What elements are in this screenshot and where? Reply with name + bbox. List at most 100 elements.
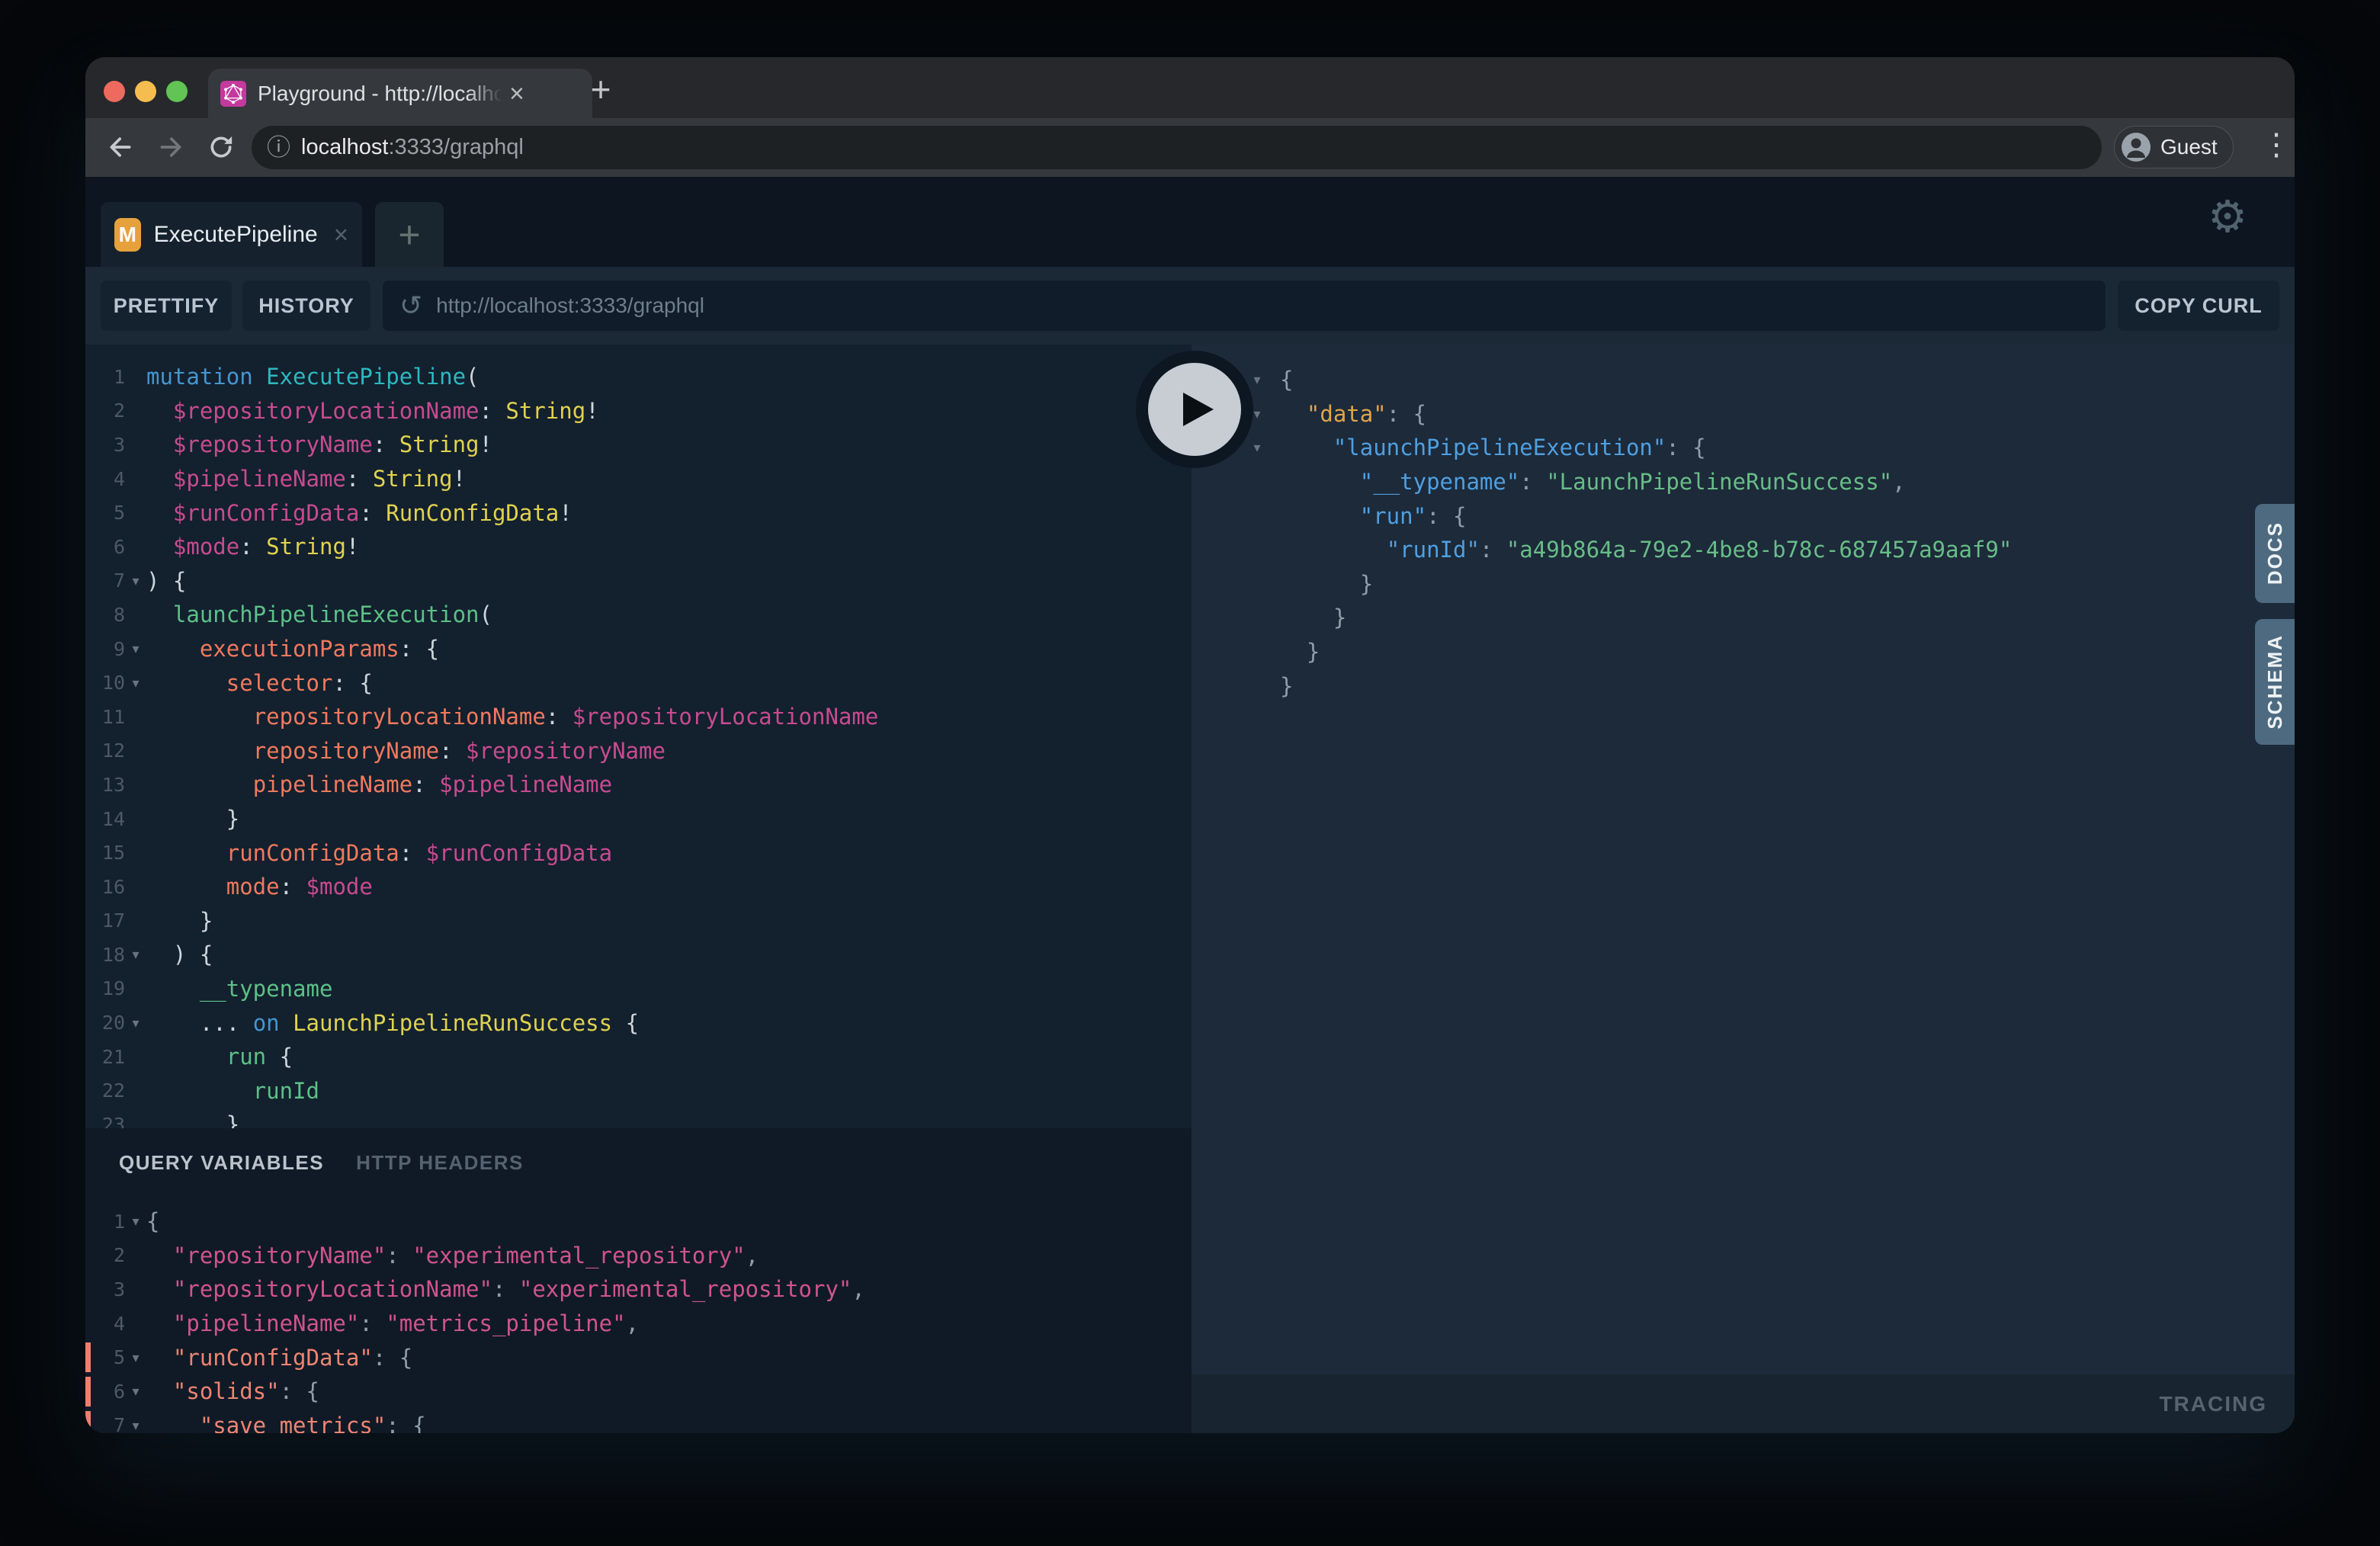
line-number: 1 <box>85 366 125 388</box>
line-number: 12 <box>85 739 125 762</box>
fold-arrow-icon[interactable]: ▾ <box>125 1016 146 1030</box>
query_editor-line: 17 } <box>85 904 1192 938</box>
variables-section: QUERY VARIABLES HTTP HEADERS 1▾{2 "repos… <box>85 1128 1192 1433</box>
response_viewer-line: "run": { <box>1192 499 2295 533</box>
query_editor-line: 10▾ selector: { <box>85 666 1192 700</box>
history-button[interactable]: HISTORY <box>242 281 370 331</box>
response_viewer-line: "runId": "a49b864a-79e2-4be8-b78c-687457… <box>1192 533 2295 567</box>
tab-query-variables[interactable]: QUERY VARIABLES <box>119 1151 324 1175</box>
query_editor-line: 22 runId <box>85 1073 1192 1108</box>
tracing-bar: TRACING <box>1192 1374 2295 1433</box>
line-number: 4 <box>85 468 125 490</box>
tab-close-icon[interactable]: × <box>509 81 524 107</box>
new-tab-button[interactable]: + <box>579 68 622 111</box>
profile-chip[interactable]: Guest <box>2114 126 2234 168</box>
endpoint-url: http://localhost:3333/graphql <box>436 293 704 318</box>
fold-arrow-icon[interactable]: ▾ <box>125 1384 146 1398</box>
fold-arrow-icon[interactable]: ▾ <box>125 1419 146 1432</box>
playground-tab-close-icon[interactable]: × <box>334 220 348 249</box>
forward-icon[interactable] <box>156 132 186 162</box>
line-number: 4 <box>85 1313 125 1335</box>
variables_editor-line: 3 "repositoryLocationName": "experimenta… <box>85 1272 1192 1307</box>
execute-button[interactable] <box>1136 351 1253 468</box>
schema-side-tab[interactable]: SCHEMA <box>2255 619 2295 745</box>
play-icon <box>1148 363 1241 456</box>
query_editor-line: 9▾ executionParams: { <box>85 632 1192 666</box>
zoom-window-button[interactable] <box>166 81 188 102</box>
variables_editor-line: 7▾ "save_metrics": { <box>85 1409 1192 1433</box>
line-number: 9 <box>85 638 125 660</box>
browser-tab[interactable]: Playground - http://localhost:3 × <box>208 69 592 118</box>
variables-code[interactable]: 1▾{2 "repositoryName": "experimental_rep… <box>85 1204 1192 1433</box>
query_editor-line: 8 launchPipelineExecution( <box>85 598 1192 632</box>
query_editor-line: 19 __typename <box>85 972 1192 1006</box>
line-number: 6 <box>85 1381 125 1403</box>
line-number: 7 <box>85 1414 125 1433</box>
response_viewer-line: ▾ "data": { <box>1192 397 2295 431</box>
query_editor-line: 11 repositoryLocationName: $repositoryLo… <box>85 700 1192 734</box>
schema-label: SCHEMA <box>2263 634 2287 730</box>
response-json: ▾{▾ "data": {▾ "launchPipelineExecution"… <box>1192 363 2295 703</box>
fold-arrow-icon[interactable]: ▾ <box>125 676 146 690</box>
query-code[interactable]: 1mutation ExecutePipeline(2 $repositoryL… <box>85 360 1192 1142</box>
playground-tab-bar: M ExecutePipeline × + ⚙ <box>85 177 2295 267</box>
reload-icon[interactable] <box>206 132 236 162</box>
line-number: 18 <box>85 944 125 966</box>
fold-arrow-icon[interactable]: ▾ <box>125 642 146 656</box>
minimize-window-button[interactable] <box>135 81 156 102</box>
graphql-favicon <box>220 81 246 107</box>
browser-tab-title: Playground - http://localhost:3 <box>258 82 502 106</box>
graphql-playground: M ExecutePipeline × + ⚙ PRETTIFY HISTORY… <box>85 177 2295 1433</box>
site-info-icon[interactable]: ⓘ <box>267 136 290 159</box>
query_editor-line: 5 $runConfigData: RunConfigData! <box>85 496 1192 530</box>
close-window-button[interactable] <box>104 81 125 102</box>
back-icon[interactable] <box>105 132 136 162</box>
fold-arrow-icon[interactable]: ▾ <box>125 1351 146 1365</box>
query_editor-line: 3 $repositoryName: String! <box>85 428 1192 462</box>
line-number: 22 <box>85 1079 125 1102</box>
query_editor-line: 2 $repositoryLocationName: String! <box>85 394 1192 428</box>
line-number: 2 <box>85 399 125 422</box>
variables_editor-line: 2 "repositoryName": "experimental_reposi… <box>85 1239 1192 1273</box>
response_viewer-line: } <box>1192 635 2295 669</box>
prettify-button[interactable]: PRETTIFY <box>101 281 232 331</box>
playground-new-tab-button[interactable]: + <box>375 202 444 267</box>
mutation-badge: M <box>114 218 141 252</box>
docs-side-tab[interactable]: DOCS <box>2255 504 2295 603</box>
query_editor-line: 4 $pipelineName: String! <box>85 462 1192 496</box>
variables_editor-line: 1▾{ <box>85 1204 1192 1239</box>
response_viewer-line: ▾ "launchPipelineExecution": { <box>1192 431 2295 465</box>
query-editor-pane[interactable]: 1mutation ExecutePipeline(2 $repositoryL… <box>85 345 1192 1433</box>
fold-arrow-icon[interactable]: ▾ <box>125 1214 146 1228</box>
fold-arrow-icon[interactable]: ▾ <box>125 948 146 961</box>
line-number: 3 <box>85 1278 125 1301</box>
browser-window: Playground - http://localhost:3 × + ⓘ lo… <box>85 57 2295 1433</box>
query_editor-line: 14 } <box>85 802 1192 836</box>
fold-arrow-icon[interactable]: ▾ <box>125 574 146 588</box>
playground-main: 1mutation ExecutePipeline(2 $repositoryL… <box>85 345 2295 1433</box>
playground-tab-executepipeline[interactable]: M ExecutePipeline × <box>101 202 362 267</box>
query_editor-line: 21 run { <box>85 1040 1192 1074</box>
settings-gear-icon[interactable]: ⚙ <box>2208 195 2247 239</box>
endpoint-history-icon[interactable]: ↺ <box>399 292 422 319</box>
line-number: 16 <box>85 876 125 898</box>
endpoint-input[interactable]: ↺ http://localhost:3333/graphql <box>383 281 2106 331</box>
address-bar[interactable]: ⓘ localhost:3333/graphql <box>252 126 2102 169</box>
response_viewer-line: ▾{ <box>1192 363 2295 397</box>
tab-http-headers[interactable]: HTTP HEADERS <box>356 1151 524 1175</box>
browser-menu-icon[interactable]: ⋮ <box>2261 127 2292 162</box>
line-number: 17 <box>85 909 125 932</box>
query_editor-line: 12 repositoryName: $repositoryName <box>85 734 1192 768</box>
profile-label: Guest <box>2160 135 2218 159</box>
error-marker <box>85 1411 91 1433</box>
line-number: 1 <box>85 1211 125 1233</box>
copy-curl-button[interactable]: COPY CURL <box>2118 281 2279 331</box>
line-number: 10 <box>85 672 125 694</box>
address-url: localhost:3333/graphql <box>301 135 524 160</box>
variables_editor-line: 4 "pipelineName": "metrics_pipeline", <box>85 1307 1192 1341</box>
line-number: 8 <box>85 604 125 626</box>
line-number: 5 <box>85 502 125 524</box>
variables-tabs: QUERY VARIABLES HTTP HEADERS <box>119 1151 524 1175</box>
tracing-label[interactable]: TRACING <box>2159 1392 2267 1416</box>
query_editor-line: 20▾ ... on LaunchPipelineRunSuccess { <box>85 1006 1192 1040</box>
